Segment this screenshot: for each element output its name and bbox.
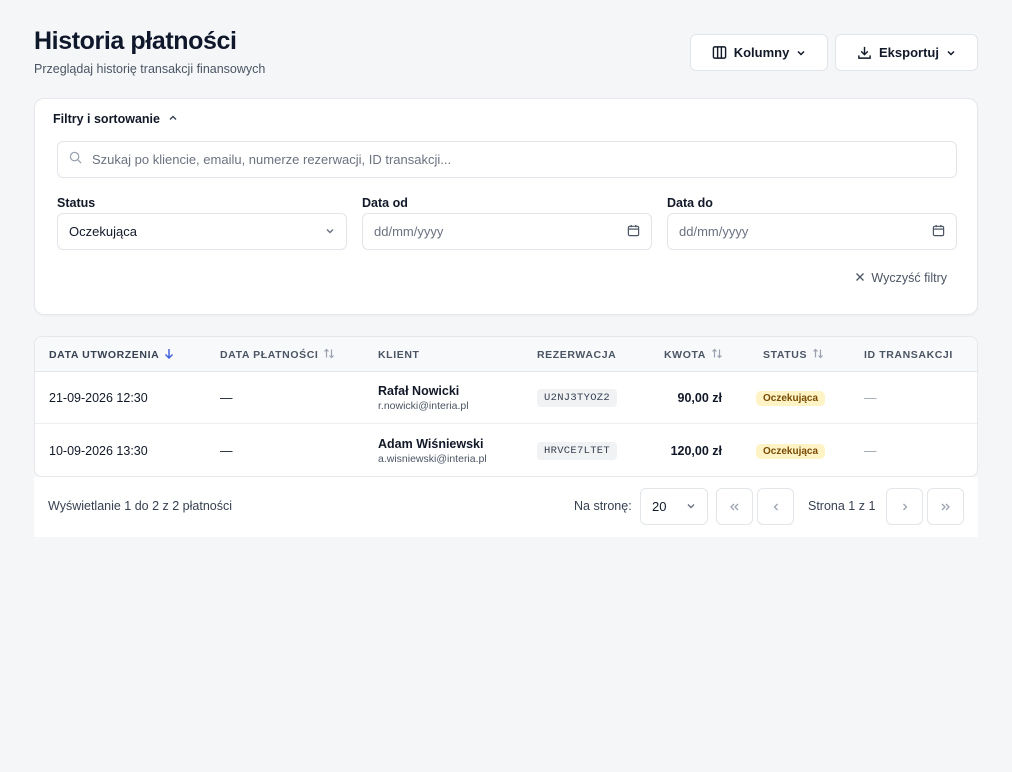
per-page-value: 20 — [652, 499, 667, 514]
reservation-cell: U2NJ3TYOZ2 — [537, 372, 618, 424]
columns-button[interactable]: Kolumny — [690, 34, 828, 71]
page-subtitle: Przeglądaj historię transakcji finansowy… — [34, 62, 266, 76]
calendar-icon[interactable] — [932, 224, 945, 240]
date-from-label: Data od — [362, 196, 408, 210]
chevron-right-icon — [900, 499, 910, 515]
transaction-id-cell: — — [864, 444, 877, 458]
page-title: Historia płatności — [34, 27, 237, 55]
export-button[interactable]: Eksportuj — [835, 34, 978, 71]
reservation-code[interactable]: HRVCE7LTET — [537, 442, 618, 460]
date-to-input[interactable]: dd/mm/yyyy — [667, 213, 957, 250]
col-reservation-label: REZERWACJA — [537, 348, 617, 361]
date-to-label: Data do — [667, 196, 713, 210]
date-from-placeholder: dd/mm/yyyy — [374, 224, 444, 239]
clear-filters-label: Wyczyść filtry — [871, 271, 947, 285]
chevron-down-icon — [325, 224, 335, 239]
client-email: r.nowicki@interia.pl — [378, 400, 469, 412]
page-indicator: Strona 1 z 1 — [808, 499, 876, 513]
last-page-button[interactable] — [927, 488, 964, 525]
reservation-code[interactable]: U2NJ3TYOZ2 — [537, 389, 618, 407]
status-cell: Oczekująca — [756, 425, 826, 476]
download-icon — [857, 45, 872, 60]
col-status[interactable]: STATUS — [763, 337, 824, 372]
per-page-label: Na stronę: — [574, 499, 632, 513]
per-page-select[interactable]: 20 — [640, 488, 708, 525]
date-to-placeholder: dd/mm/yyyy — [679, 224, 749, 239]
clear-filters-button[interactable]: Wyczyść filtry — [855, 271, 947, 285]
reservation-cell: HRVCE7LTET — [537, 425, 618, 476]
filters-title: Filtry i sortowanie — [53, 112, 160, 126]
created-cell: 10-09-2026 13:30 — [49, 444, 148, 458]
search-icon — [69, 151, 82, 169]
col-amount-label: KWOTA — [664, 348, 706, 361]
col-paid-label: DATA PŁATNOŚCI — [220, 348, 319, 361]
client-email: a.wisniewski@interia.pl — [378, 453, 487, 465]
table-row[interactable]: 10-09-2026 13:30 — Adam Wiśniewski a.wis… — [35, 425, 977, 476]
previous-page-button[interactable] — [757, 488, 794, 525]
sort-icon — [812, 348, 824, 362]
col-created[interactable]: DATA UTWORZENIA — [49, 337, 174, 372]
col-transaction-id: ID TRANSAKCJI — [864, 337, 953, 372]
col-client-label: KLIENT — [378, 348, 420, 361]
col-paid[interactable]: DATA PŁATNOŚCI — [220, 337, 335, 372]
client-name: Rafał Nowicki — [378, 384, 460, 398]
pagination-info: Wyświetlanie 1 do 2 z 2 płatności — [48, 499, 233, 513]
sort-icon — [711, 348, 723, 362]
chevron-down-icon — [686, 499, 696, 514]
sort-desc-icon — [164, 348, 174, 362]
table-row[interactable]: 21-09-2026 12:30 — Rafał Nowicki r.nowic… — [35, 372, 977, 424]
date-from-input[interactable]: dd/mm/yyyy — [362, 213, 652, 250]
payments-table: DATA UTWORZENIA DATA PŁATNOŚCI KLIENT RE… — [34, 336, 978, 477]
filters-panel: Filtry i sortowanie Status Data od Data … — [34, 98, 978, 315]
table-header: DATA UTWORZENIA DATA PŁATNOŚCI KLIENT RE… — [35, 337, 977, 372]
status-cell: Oczekująca — [756, 372, 826, 424]
sort-icon — [323, 348, 335, 362]
paid-cell: — — [220, 444, 233, 458]
client-name: Adam Wiśniewski — [378, 437, 484, 451]
status-badge: Oczekująca — [756, 390, 826, 406]
amount-cell: 90,00 zł — [677, 391, 722, 405]
col-transaction-id-label: ID TRANSAKCJI — [864, 348, 953, 361]
created-cell: 21-09-2026 12:30 — [49, 391, 148, 405]
chevron-down-icon — [946, 48, 956, 58]
paid-cell: — — [220, 391, 233, 405]
transaction-id-cell: — — [864, 391, 877, 405]
status-label: Status — [57, 196, 96, 210]
export-button-label: Eksportuj — [879, 45, 939, 60]
chevron-up-icon — [168, 112, 178, 126]
chevron-down-icon — [796, 48, 806, 58]
col-reservation: REZERWACJA — [537, 337, 616, 372]
chevrons-left-icon — [729, 499, 740, 515]
chevrons-right-icon — [940, 499, 951, 515]
col-client: KLIENT — [378, 337, 420, 372]
filters-toggle[interactable]: Filtry i sortowanie — [53, 112, 178, 126]
columns-icon — [712, 45, 727, 60]
client-cell: Adam Wiśniewski a.wisniewski@interia.pl — [378, 425, 487, 476]
columns-button-label: Kolumny — [733, 45, 790, 60]
col-created-label: DATA UTWORZENIA — [49, 348, 160, 361]
client-cell: Rafał Nowicki r.nowicki@interia.pl — [378, 372, 469, 424]
close-icon — [855, 271, 865, 285]
first-page-button[interactable] — [716, 488, 753, 525]
status-select[interactable]: Oczekująca — [57, 213, 347, 250]
next-page-button[interactable] — [886, 488, 923, 525]
status-badge: Oczekująca — [756, 443, 826, 459]
pagination: Wyświetlanie 1 do 2 z 2 płatności Na str… — [34, 477, 978, 537]
search-input[interactable] — [92, 152, 912, 167]
col-amount[interactable]: KWOTA — [664, 337, 723, 372]
status-select-value: Oczekująca — [69, 224, 137, 239]
search-box — [57, 141, 957, 178]
payment-history-page: Historia płatności Przeglądaj historię t… — [34, 0, 978, 537]
chevron-left-icon — [771, 499, 781, 515]
col-status-label: STATUS — [763, 348, 808, 361]
calendar-icon[interactable] — [627, 224, 640, 240]
amount-cell: 120,00 zł — [670, 444, 722, 458]
page-header: Historia płatności Przeglądaj historię t… — [34, 0, 978, 98]
